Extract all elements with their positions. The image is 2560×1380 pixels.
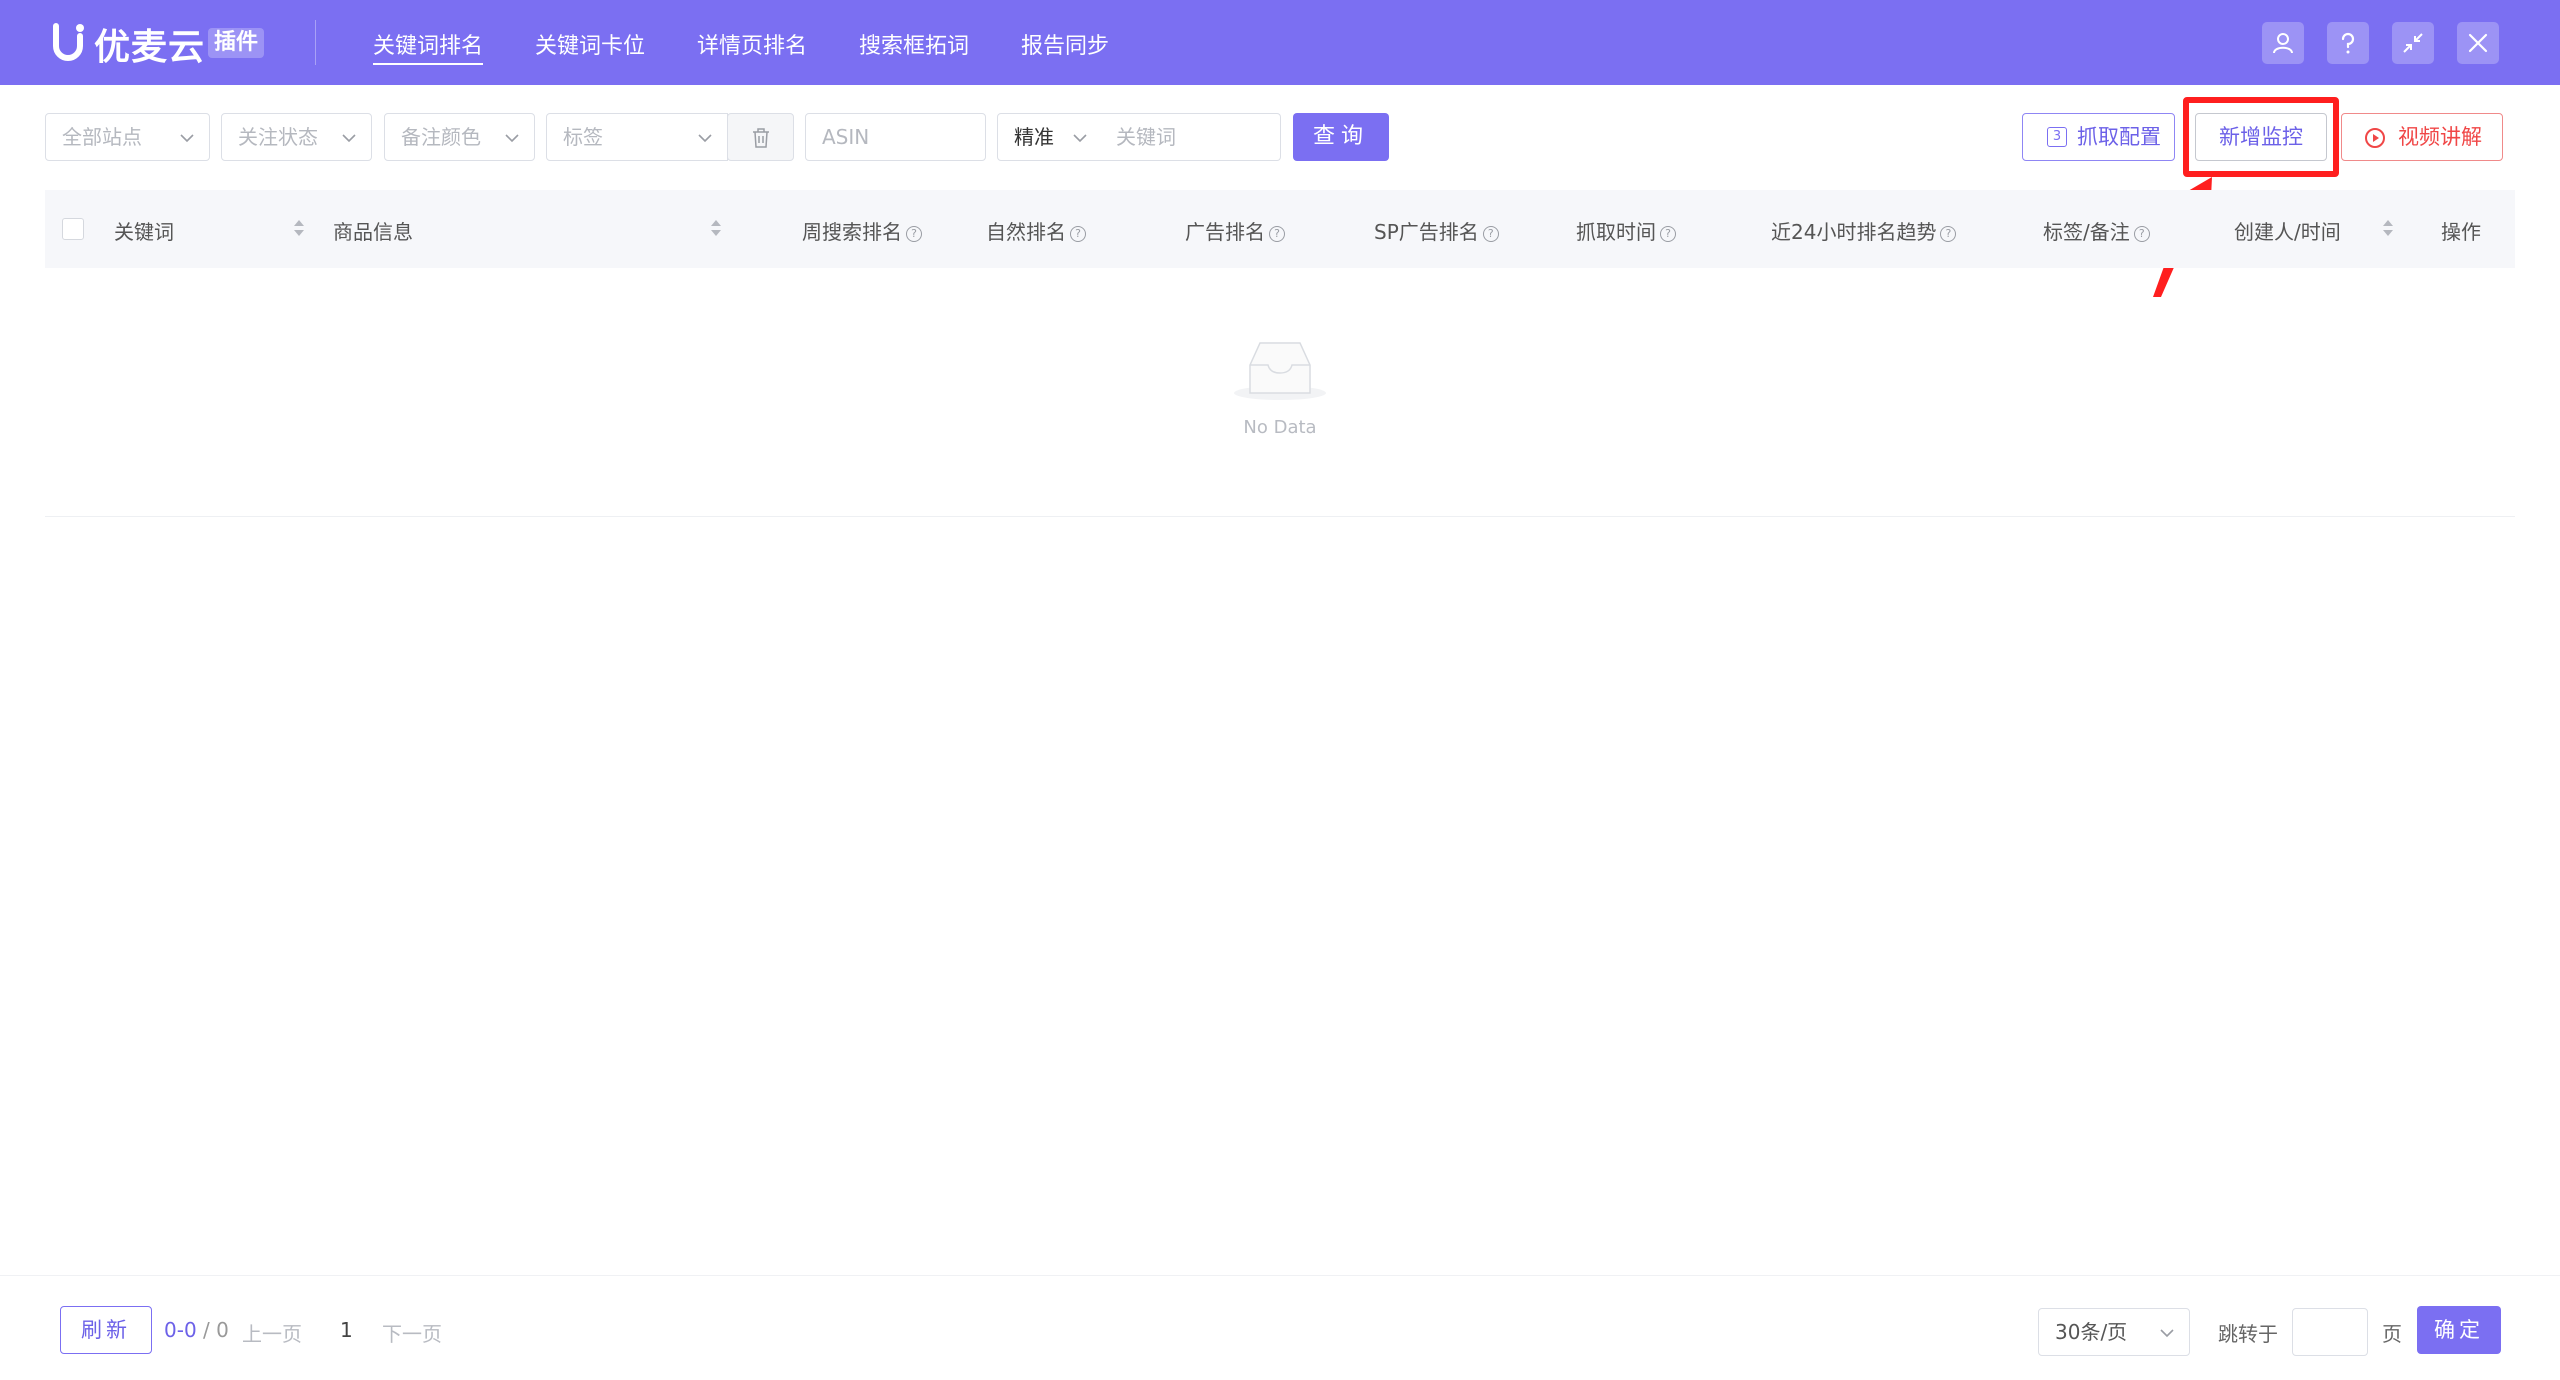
page-number[interactable]: 1 (340, 1318, 353, 1342)
sort-icon[interactable] (709, 217, 723, 239)
chevron-down-icon (180, 134, 194, 143)
help-circle-icon: ? (1070, 226, 1086, 242)
close-icon (2468, 33, 2488, 53)
empty-inbox-icon (1234, 342, 1326, 400)
col-fetch-time: 抓取时间? (1576, 216, 1676, 245)
empty-text: No Data (1243, 417, 1317, 438)
col-sp-ad-rank: SP广告排名? (1374, 216, 1499, 245)
note-color-select[interactable]: 备注颜色 (384, 113, 535, 161)
app-name: 优麦云 (94, 27, 206, 68)
col-ad-rank: 广告排名? (1185, 216, 1285, 245)
user-button[interactable] (2262, 22, 2304, 64)
video-guide-button[interactable]: 视频讲解 (2341, 113, 2503, 161)
tab-keyword-slot[interactable]: 关键词卡位 (535, 28, 645, 60)
divider (45, 516, 2515, 517)
collapse-button[interactable] (2392, 22, 2434, 64)
refresh-button[interactable]: 刷新 (60, 1306, 152, 1354)
divider (315, 20, 316, 65)
asin-input[interactable]: ASIN (805, 113, 986, 161)
site-select-value: 全部站点 (62, 125, 142, 149)
chevron-down-icon (505, 134, 519, 143)
user-icon (2273, 33, 2293, 54)
col-weekly-search-rank: 周搜索排名? (802, 216, 922, 245)
highlight-box (2183, 97, 2339, 177)
col-actions: 操作 (2441, 220, 2481, 244)
tag-select-value: 标签 (563, 125, 603, 149)
chevron-down-icon (342, 134, 356, 143)
match-mode-select[interactable]: 精准 (997, 113, 1101, 161)
select-all-checkbox[interactable] (62, 218, 84, 240)
top-bar: 优麦云 插件 关键词排名 关键词卡位 详情页排名 搜索框拓词 报告同步 (0, 0, 2560, 85)
tab-keyword-rank[interactable]: 关键词排名 (373, 28, 484, 65)
sort-icon[interactable] (292, 217, 306, 239)
col-product-info: 商品信息 (333, 220, 413, 244)
follow-status-select[interactable]: 关注状态 (221, 113, 372, 161)
play-circle-icon (2365, 128, 2385, 148)
col-tag-note: 标签/备注? (2043, 216, 2150, 245)
help-circle-icon: ? (1269, 226, 1285, 242)
help-button[interactable] (2327, 22, 2369, 64)
empty-state: No Data (1230, 335, 1330, 445)
col-24h-trend: 近24小时排名趋势? (1771, 216, 1957, 245)
next-page-button[interactable]: 下一页 (382, 1318, 442, 1347)
help-circle-icon: ? (1482, 226, 1499, 242)
help-circle-icon: ? (2133, 226, 2150, 242)
fetch-config-button[interactable]: 3 抓取配置 (2022, 113, 2175, 161)
app-badge: 插件 (208, 28, 265, 58)
chevron-down-icon (698, 134, 712, 143)
page-size-select[interactable]: 30条/页 (2038, 1308, 2190, 1356)
note-color-value: 备注颜色 (401, 125, 481, 149)
tab-report-sync[interactable]: 报告同步 (1021, 28, 1109, 60)
divider (0, 1275, 2560, 1276)
help-icon (2341, 32, 2355, 54)
confirm-button[interactable]: 确定 (2417, 1306, 2501, 1354)
page-unit-label: 页 (2382, 1322, 2402, 1346)
jump-page-input[interactable] (2292, 1308, 2368, 1356)
match-mode-value: 精准 (1014, 125, 1054, 149)
tag-select[interactable]: 标签 (546, 113, 728, 161)
chevron-down-icon (2160, 1329, 2174, 1338)
help-circle-icon: ? (1940, 226, 1957, 242)
site-select[interactable]: 全部站点 (45, 113, 210, 161)
record-count: 0-0 / 0 (164, 1318, 229, 1342)
prev-page-button[interactable]: 上一页 (242, 1318, 302, 1347)
page-size-value: 30条/页 (2055, 1320, 2128, 1344)
fetch-config-label: 抓取配置 (2077, 125, 2161, 149)
col-creator-time: 创建人/时间 (2234, 220, 2341, 244)
help-circle-icon: ? (1660, 226, 1676, 242)
chevron-down-icon (1073, 134, 1087, 143)
help-circle-icon: ? (906, 226, 922, 242)
keyword-input[interactable]: 关键词 (1100, 113, 1281, 161)
tab-search-expand[interactable]: 搜索框拓词 (859, 28, 969, 60)
col-organic-rank: 自然排名? (986, 216, 1086, 245)
close-button[interactable] (2457, 22, 2499, 64)
collapse-icon (2403, 33, 2423, 53)
query-button[interactable]: 查询 (1293, 113, 1389, 161)
jump-label: 跳转于 (2218, 1322, 2278, 1346)
video-guide-label: 视频讲解 (2398, 125, 2482, 149)
tab-detail-rank[interactable]: 详情页排名 (697, 28, 807, 60)
clear-tag-button[interactable] (727, 113, 794, 161)
trash-icon (753, 128, 769, 148)
config-count-badge: 3 (2047, 127, 2067, 147)
logo-icon (53, 23, 84, 61)
table-header: 关键词 商品信息 周搜索排名? 自然排名? 广告排名? SP广告排名? 抓取时间… (45, 190, 2515, 268)
follow-status-value: 关注状态 (238, 125, 318, 149)
col-keyword: 关键词 (114, 220, 174, 244)
sort-icon[interactable] (2381, 217, 2395, 239)
